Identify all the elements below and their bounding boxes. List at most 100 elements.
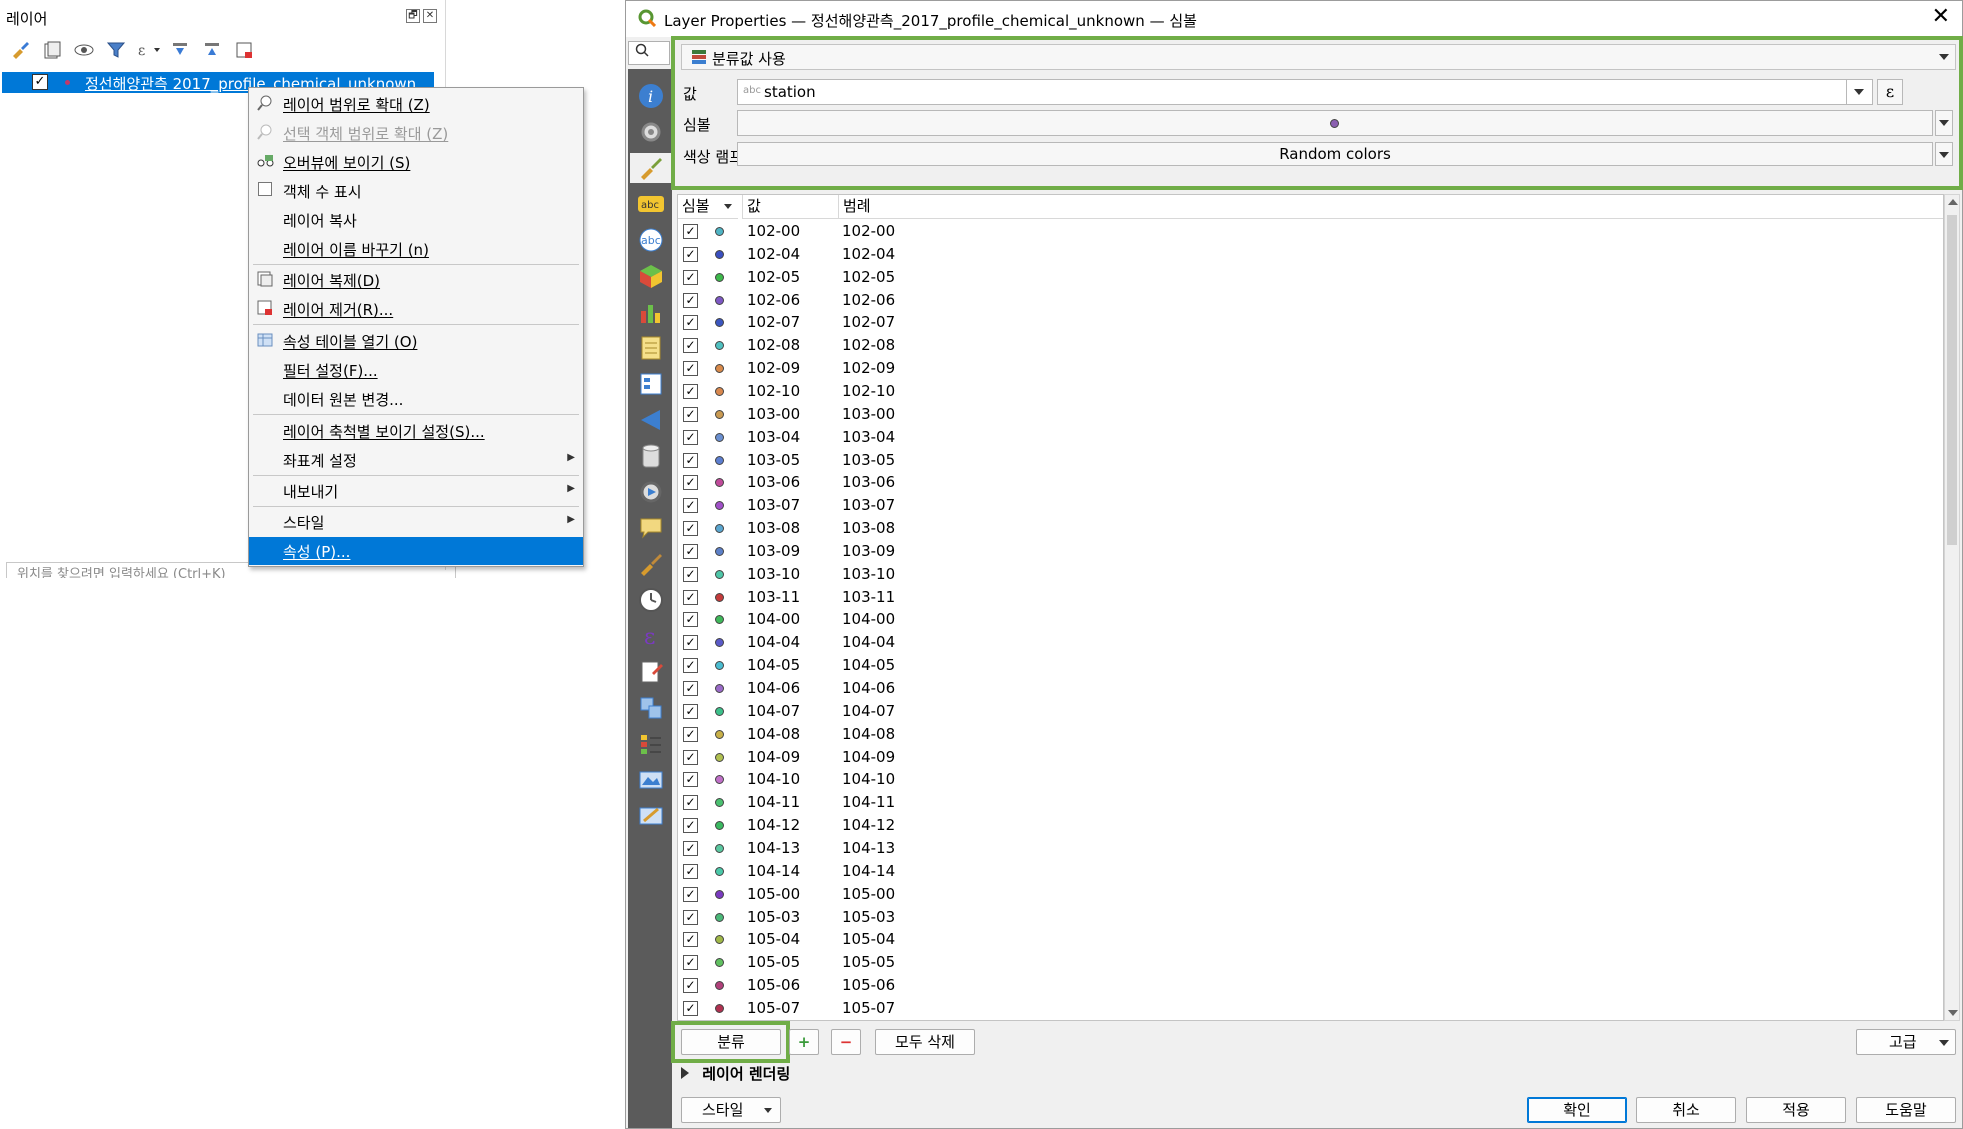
- class-value[interactable]: 105-04: [747, 930, 800, 948]
- class-visibility-checkbox[interactable]: ✓: [683, 566, 698, 582]
- table-row[interactable]: ✓ 103-06 103-06: [678, 471, 1943, 494]
- class-value[interactable]: 104-14: [747, 862, 800, 880]
- class-value[interactable]: 105-06: [747, 976, 800, 994]
- menu-copy-layer[interactable]: 레이어 복사: [249, 206, 583, 234]
- class-value[interactable]: 104-04: [747, 633, 800, 651]
- attributes-form-icon[interactable]: [636, 369, 666, 399]
- table-row[interactable]: ✓ 102-00 102-00: [678, 220, 1943, 243]
- class-legend[interactable]: 104-14: [842, 862, 895, 880]
- class-visibility-checkbox[interactable]: ✓: [683, 1000, 698, 1016]
- class-visibility-checkbox[interactable]: ✓: [683, 909, 698, 925]
- table-row[interactable]: ✓ 105-05 105-05: [678, 951, 1943, 974]
- class-value[interactable]: 104-00: [747, 610, 800, 628]
- class-symbol-dot[interactable]: [715, 409, 724, 419]
- table-row[interactable]: ✓ 104-10 104-10: [678, 768, 1943, 791]
- menu-styles[interactable]: 스타일 ▶: [249, 508, 583, 536]
- legend-icon[interactable]: [636, 729, 666, 759]
- table-scrollbar[interactable]: [1944, 194, 1960, 1021]
- class-symbol-dot[interactable]: [715, 889, 724, 899]
- menu-export[interactable]: 내보내기 ▶: [249, 477, 583, 505]
- menu-zoom-to-layer[interactable]: 레이어 범위로 확대 (Z): [249, 90, 583, 118]
- class-symbol-dot[interactable]: [715, 272, 724, 282]
- labels-icon[interactable]: abc: [636, 189, 666, 219]
- sidebar-search-input[interactable]: [628, 41, 670, 65]
- table-row[interactable]: ✓ 103-08 103-08: [678, 517, 1943, 540]
- class-value[interactable]: 102-07: [747, 313, 800, 331]
- column-header-symbol[interactable]: 심볼: [678, 195, 738, 219]
- class-legend[interactable]: 103-09: [842, 542, 895, 560]
- 3d-view-icon[interactable]: [636, 261, 666, 291]
- class-value[interactable]: 105-07: [747, 999, 800, 1017]
- class-value[interactable]: 102-04: [747, 245, 800, 263]
- class-symbol-dot[interactable]: [715, 638, 724, 648]
- class-value[interactable]: 104-11: [747, 793, 800, 811]
- class-legend[interactable]: 105-03: [842, 908, 895, 926]
- advanced-button[interactable]: 고급: [1856, 1029, 1956, 1055]
- menu-change-data-source[interactable]: 데이터 원본 변경...: [249, 385, 583, 413]
- menu-show-feature-count[interactable]: 객체 수 표시: [249, 177, 583, 205]
- joins-icon[interactable]: [636, 405, 666, 435]
- layer-rendering-section[interactable]: 레이어 렌더링: [681, 1063, 790, 1084]
- column-header-value[interactable]: 값: [742, 195, 838, 219]
- class-legend[interactable]: 102-09: [842, 359, 895, 377]
- cancel-button[interactable]: 취소: [1636, 1097, 1736, 1123]
- class-symbol-dot[interactable]: [715, 866, 724, 876]
- class-value[interactable]: 103-05: [747, 451, 800, 469]
- class-legend[interactable]: 103-07: [842, 496, 895, 514]
- class-value[interactable]: 104-12: [747, 816, 800, 834]
- class-visibility-checkbox[interactable]: ✓: [683, 932, 698, 948]
- class-legend[interactable]: 102-07: [842, 313, 895, 331]
- table-row[interactable]: ✓ 103-00 103-00: [678, 403, 1943, 426]
- class-visibility-checkbox[interactable]: ✓: [683, 681, 698, 696]
- digitizing-icon[interactable]: [636, 801, 666, 831]
- class-symbol-dot[interactable]: [715, 752, 724, 762]
- qgis-server-icon[interactable]: [636, 765, 666, 795]
- class-value[interactable]: 104-10: [747, 770, 800, 788]
- menu-remove-layer[interactable]: 레이어 제거(R)...: [249, 295, 583, 323]
- class-visibility-checkbox[interactable]: ✓: [683, 772, 698, 788]
- class-legend[interactable]: 103-04: [842, 428, 895, 446]
- ok-button[interactable]: 확인: [1527, 1097, 1627, 1123]
- class-legend[interactable]: 105-06: [842, 976, 895, 994]
- class-legend[interactable]: 104-12: [842, 816, 895, 834]
- class-visibility-checkbox[interactable]: ✓: [683, 795, 698, 811]
- display-icon[interactable]: [636, 513, 666, 543]
- class-value[interactable]: 103-00: [747, 405, 800, 423]
- table-row[interactable]: ✓ 103-07 103-07: [678, 494, 1943, 517]
- menu-rename-layer[interactable]: 레이어 이름 바꾸기 (n): [249, 235, 583, 263]
- class-symbol-dot[interactable]: [715, 364, 724, 374]
- class-visibility-checkbox[interactable]: ✓: [683, 498, 698, 514]
- add-class-button[interactable]: +: [789, 1029, 819, 1055]
- class-legend[interactable]: 104-04: [842, 633, 895, 651]
- class-symbol-dot[interactable]: [715, 546, 724, 556]
- scroll-thumb[interactable]: [1947, 215, 1957, 545]
- expression-filter-icon[interactable]: ε: [136, 38, 160, 62]
- class-visibility-checkbox[interactable]: ✓: [683, 292, 698, 308]
- symbology-icon[interactable]: [630, 153, 672, 183]
- class-symbol-dot[interactable]: [715, 524, 724, 534]
- class-value[interactable]: 102-09: [747, 359, 800, 377]
- class-symbol-dot[interactable]: [715, 227, 724, 236]
- class-visibility-checkbox[interactable]: ✓: [683, 338, 698, 354]
- class-value[interactable]: 104-08: [747, 725, 800, 743]
- table-row[interactable]: ✓ 104-05 104-05: [678, 654, 1943, 677]
- table-row[interactable]: ✓ 103-05 103-05: [678, 449, 1943, 472]
- class-symbol-dot[interactable]: [715, 249, 724, 259]
- table-row[interactable]: ✓ 102-09 102-09: [678, 357, 1943, 380]
- style-brush-icon[interactable]: [8, 38, 32, 62]
- table-row[interactable]: ✓ 103-10 103-10: [678, 563, 1943, 586]
- class-visibility-checkbox[interactable]: ✓: [683, 658, 698, 674]
- class-visibility-checkbox[interactable]: ✓: [683, 955, 698, 971]
- scroll-up-icon[interactable]: [1948, 199, 1958, 205]
- class-legend[interactable]: 102-04: [842, 245, 895, 263]
- table-row[interactable]: ✓ 104-13 104-13: [678, 837, 1943, 860]
- collapse-all-icon[interactable]: [200, 38, 224, 62]
- class-symbol-dot[interactable]: [715, 1003, 724, 1013]
- apply-button[interactable]: 적용: [1746, 1097, 1846, 1123]
- class-value[interactable]: 103-07: [747, 496, 800, 514]
- information-icon[interactable]: i: [636, 81, 666, 111]
- class-value[interactable]: 102-05: [747, 268, 800, 286]
- table-row[interactable]: ✓ 103-09 103-09: [678, 540, 1943, 563]
- class-legend[interactable]: 104-10: [842, 770, 895, 788]
- class-visibility-checkbox[interactable]: ✓: [683, 886, 698, 902]
